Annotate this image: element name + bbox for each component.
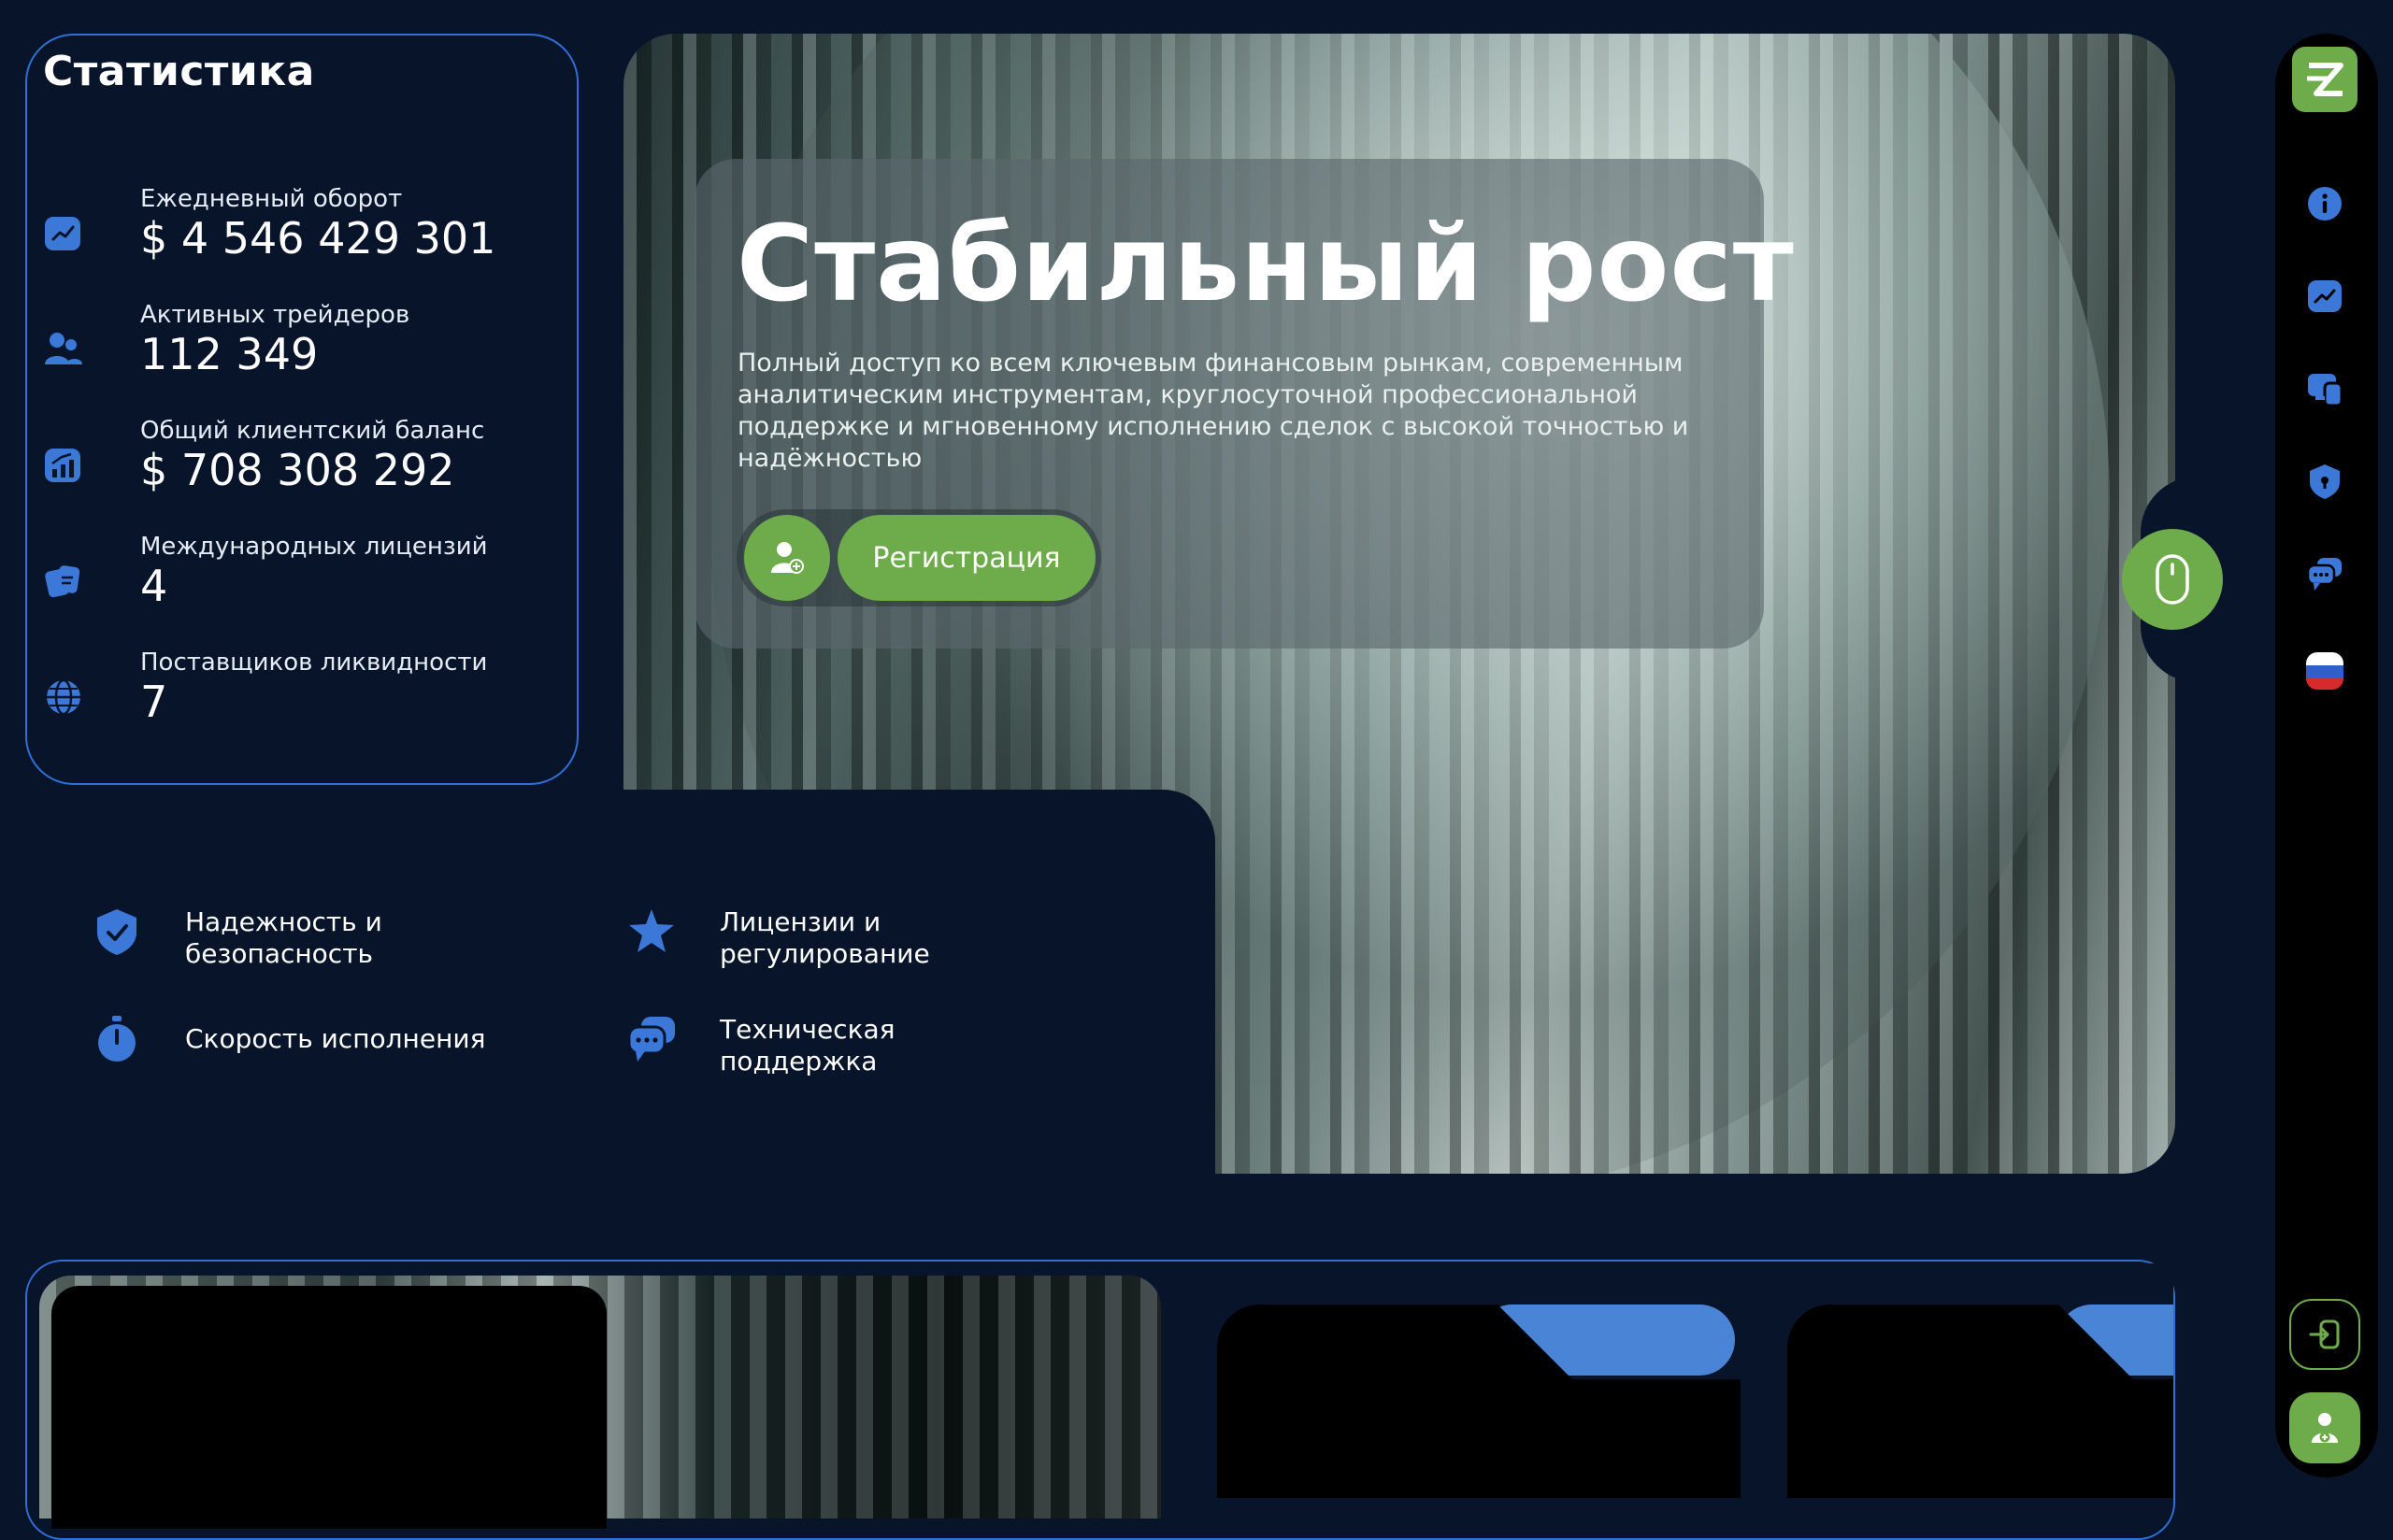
stat-label: Поставщиков ликвидности: [140, 649, 488, 677]
license-icon: [45, 565, 80, 598]
stat-daily-turnover: Ежедневный оборот $ 4 546 429 301: [43, 185, 529, 288]
stat-label: Активных трейдеров: [140, 301, 410, 329]
bar-growth-icon: [45, 449, 80, 482]
register-button[interactable]: Регистрация: [838, 515, 1096, 601]
stat-value: $ 4 546 429 301: [140, 213, 496, 264]
right-sidebar: [2275, 34, 2378, 1477]
stat-label: Международных лицензий: [140, 533, 488, 561]
devices-icon[interactable]: [2306, 370, 2343, 407]
trend-chart-icon[interactable]: [2306, 278, 2343, 315]
mouse-icon: [2156, 554, 2189, 605]
feature-label: Скорость исполнения: [185, 1023, 486, 1054]
scroll-mouse-button[interactable]: [2122, 529, 2223, 630]
logo-mark: [2307, 63, 2343, 96]
info-icon[interactable]: [2306, 185, 2343, 222]
feature-support: Техническая поддержка: [626, 1014, 1000, 1079]
feature-execution-speed: Скорость исполнения: [92, 1014, 512, 1079]
users-icon: [45, 333, 82, 364]
stat-liquidity-providers: Поставщиков ликвидности 7: [43, 649, 529, 751]
feature-licenses: Лицензии и регулирование: [626, 906, 1000, 972]
trend-chart-icon: [45, 217, 80, 250]
feature-label: Лицензии и регулирование: [720, 906, 930, 969]
chat-icon[interactable]: [2306, 555, 2343, 592]
star-badge-icon: [629, 909, 674, 952]
bottom-card-left: [51, 1286, 607, 1529]
feature-label: Надежность и безопасность: [185, 906, 382, 969]
stat-client-balance: Общий клиентский баланс $ 708 308 292: [43, 417, 529, 520]
hero-description: Полный доступ ко всем ключевым финансовы…: [738, 349, 1689, 473]
feature-reliability: Надежность и безопасность: [92, 906, 466, 972]
stat-label: Ежедневный оборот: [140, 185, 403, 213]
feature-label: Техническая поддержка: [720, 1014, 896, 1077]
statistics-title: Статистика: [43, 48, 315, 95]
stat-value: 7: [140, 677, 168, 727]
logo-icon[interactable]: [2292, 47, 2357, 112]
stat-value: 4: [140, 561, 168, 611]
shield-icon[interactable]: [2306, 463, 2343, 500]
add-user-icon: [771, 542, 804, 574]
add-user-icon: [2312, 1413, 2338, 1443]
stat-value: $ 708 308 292: [140, 445, 455, 495]
stat-value: 112 349: [140, 329, 319, 379]
hero-title: Стабильный рост: [737, 204, 1795, 325]
login-icon: [2309, 1319, 2340, 1349]
register-icon-button[interactable]: [744, 515, 830, 601]
stopwatch-icon: [98, 1016, 136, 1062]
russian-flag-icon[interactable]: [2306, 652, 2343, 690]
signup-button[interactable]: [2289, 1392, 2360, 1463]
stat-label: Общий клиентский баланс: [140, 417, 485, 445]
shield-check-icon: [97, 909, 136, 955]
stat-licenses: Международных лицензий 4: [43, 533, 529, 635]
hero-cutout: [580, 790, 1215, 1182]
login-button[interactable]: [2289, 1299, 2360, 1370]
globe-icon: [47, 678, 80, 716]
chat-bubbles-icon: [627, 1017, 675, 1062]
stat-active-traders: Активных трейдеров 112 349: [43, 301, 529, 404]
